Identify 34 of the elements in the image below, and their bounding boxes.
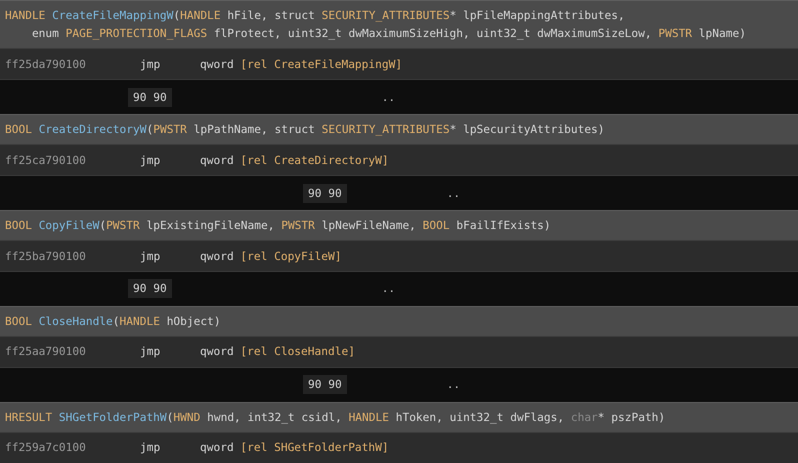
ellipsis: .. [382,90,396,104]
function-signature: HRESULT SHGetFolderPathW(HWND hwnd, int32_t csidl, HANDLE hToken, uint32_t dwFlags, char* pszPath) [5,410,666,425]
address: ff25aa790100 [5,345,87,358]
operand: qword [rel CreateFileMappingW] [200,58,402,71]
ellipsis: .. [446,378,460,392]
mnemonic: jmp [140,345,162,358]
ellipsis: .. [382,282,396,296]
instruction-row[interactable]: ff25da790100 jmp qword [rel CreateFileMappingW] [0,48,798,80]
function-signature: enum PAGE_PROTECTION_FLAGS flProtect, uint32_t dwMaximumSizeHigh, uint32_t dwMaximumSizeLow, PWSTR lpName) [30,26,747,41]
address: ff259a7c0100 [5,441,87,454]
mnemonic: jmp [140,154,162,167]
instruction-row[interactable]: ff25aa790100 jmp qword [rel CloseHandle] [0,336,798,368]
operand: qword [rel CloseHandle] [200,345,355,358]
mnemonic: jmp [140,441,162,454]
function-signature: BOOL CreateDirectoryW(PWSTR lpPathName, struct SECURITY_ATTRIBUTES* lpSecurityAttributes) [5,122,606,137]
ellipsis: .. [446,186,460,200]
mnemonic: jmp [140,250,162,263]
operand: qword [rel CopyFileW] [200,250,342,263]
function-signature: HANDLE CreateFileMappingW(HANDLE hFile, struct SECURITY_ATTRIBUTES* lpFileMappingAttributes, [5,8,626,23]
instruction-row[interactable]: ff259a7c0100 jmp qword [rel SHGetFolderPathW] [0,432,798,463]
instruction-row[interactable]: ff25ba790100 jmp qword [rel CopyFileW] [0,240,798,272]
function-signature: BOOL CloseHandle(HANDLE hObject) [5,314,222,329]
address: ff25ba790100 [5,250,87,263]
padding-bytes: 90 90 [128,88,172,107]
address: ff25da790100 [5,58,87,71]
padding-bytes: 90 90 [128,279,172,298]
padding-bytes: 90 90 [303,184,347,203]
operand: qword [rel SHGetFolderPathW] [200,441,389,454]
operand: qword [rel CreateDirectoryW] [200,154,389,167]
mnemonic: jmp [140,58,162,71]
address: ff25ca790100 [5,154,87,167]
function-signature: BOOL CopyFileW(PWSTR lpExistingFileName, PWSTR lpNewFileName, BOOL bFailIfExists) [5,218,552,233]
padding-bytes: 90 90 [303,375,347,394]
instruction-row[interactable]: ff25ca790100 jmp qword [rel CreateDirectoryW] [0,144,798,176]
